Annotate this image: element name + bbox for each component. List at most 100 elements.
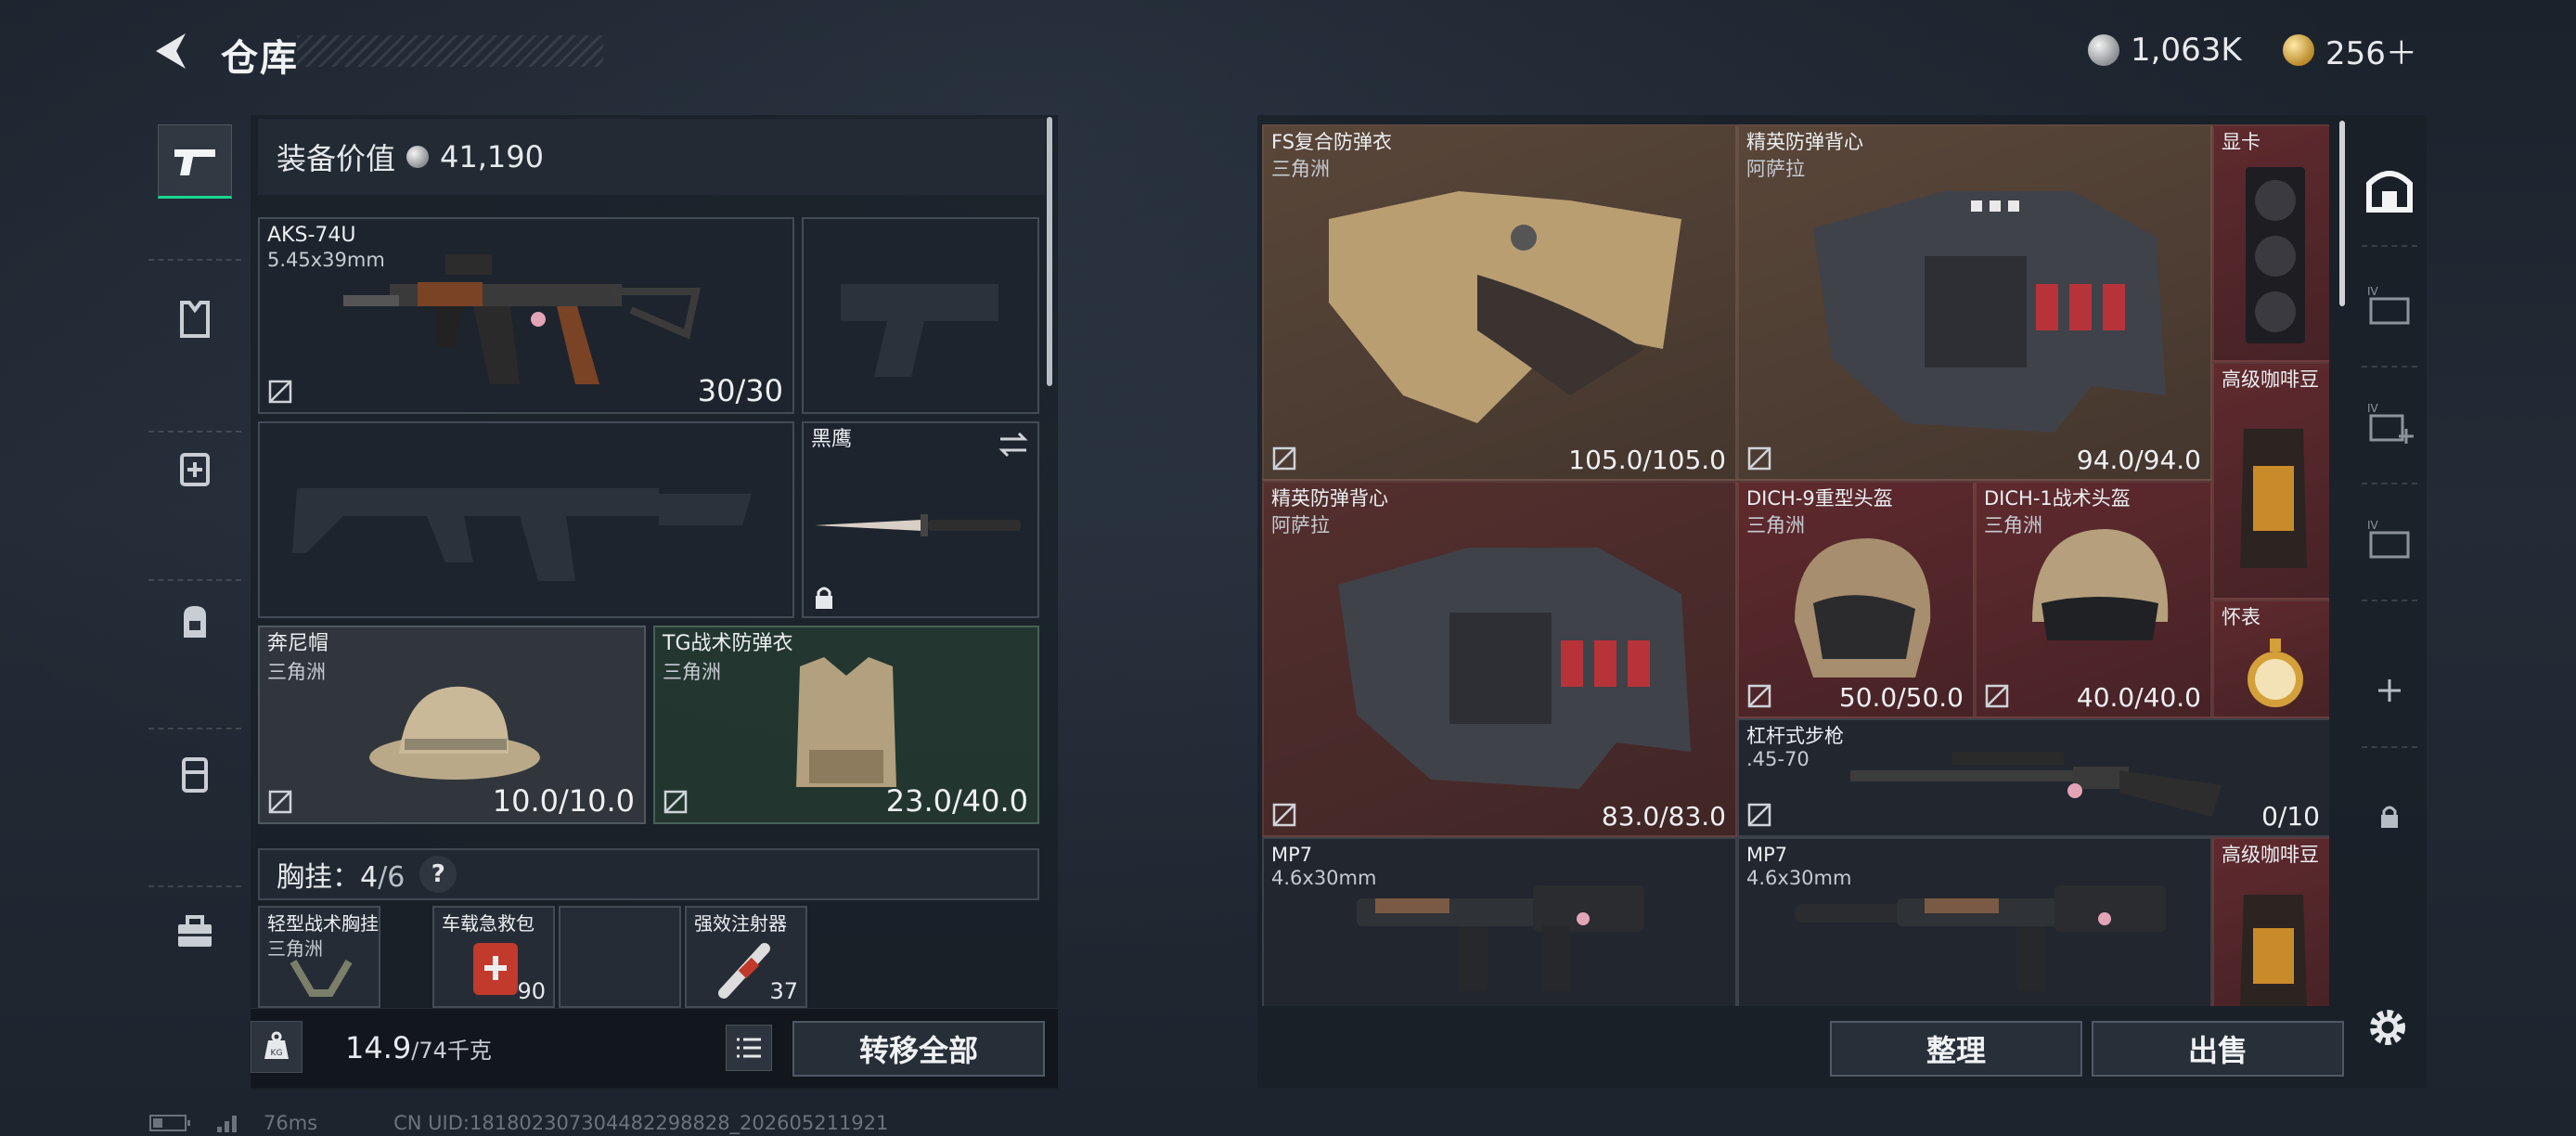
tab-medical[interactable]	[158, 431, 232, 505]
carry-weight: 14.9/74千克	[345, 1030, 492, 1065]
stash-item[interactable]: DICH-1战术头盔 三角洲 40.0/40.0	[1975, 481, 2212, 718]
stash-scrollbar[interactable]	[2339, 121, 2345, 306]
weapon-caliber: 5.45x39mm	[267, 249, 385, 271]
add-stash-page-button[interactable]	[2352, 653, 2427, 728]
chest-rig-label: 胸挂：4/6	[277, 861, 406, 894]
rig-item-name: 轻型战术胸挂	[267, 912, 379, 935]
armor-name: TG战术防弹衣	[663, 632, 793, 655]
rig-item-count: 37	[769, 978, 798, 1004]
pistol-silhouette-icon	[841, 284, 998, 377]
helmet-origin: 三角洲	[267, 661, 326, 683]
stash-item[interactable]: MP7 4.6x30mm	[1262, 837, 1737, 1006]
sell-button[interactable]: 出售	[2092, 1021, 2344, 1077]
elite-vest-image	[1813, 191, 2166, 432]
secondary-weapon-slot[interactable]	[258, 421, 794, 618]
stash-page-1-icon: IV	[2367, 285, 2410, 325]
no-transfer-icon	[663, 790, 688, 814]
chest-rig-header: 胸挂：4/6 ?	[258, 848, 1039, 900]
melee-slot[interactable]: 黑鹰	[802, 421, 1039, 618]
list-icon	[737, 1038, 761, 1058]
rig-item-slot[interactable]: 强效注射器 37	[685, 906, 807, 1008]
rig-item-name: 强效注射器	[694, 912, 787, 935]
elite-vest-image	[1338, 548, 1691, 789]
stash-item[interactable]: 精英防弹背心 阿萨拉 94.0/94.0	[1737, 124, 2212, 481]
boonie-hat-image	[369, 686, 540, 780]
tab-stash-page-1[interactable]: IV	[2352, 269, 2427, 343]
back-arrow-icon	[156, 33, 186, 69]
backpack-icon	[184, 606, 206, 638]
tactical-helmet-image	[2032, 529, 2169, 640]
stash-add-icon: IV	[2367, 402, 2414, 444]
knife-image	[815, 514, 1021, 536]
weapon-name: AKS-74U	[267, 224, 356, 247]
tab-chest-rig[interactable]	[158, 737, 232, 811]
list-view-button[interactable]	[726, 1025, 772, 1071]
svg-text:IV: IV	[2367, 519, 2379, 532]
stash-item[interactable]: 杠杆式步枪 .45-70 0/10	[1737, 718, 2329, 837]
composite-armor-image	[1329, 191, 1681, 423]
user-uid: CN UID:1818023073044822988​28_2026052119…	[393, 1112, 889, 1134]
chest-rig-icon	[182, 757, 208, 793]
equipment-value: 41,190	[440, 139, 544, 174]
stash-page-3-icon: IV	[2367, 519, 2410, 559]
tab-toolbox[interactable]	[158, 895, 232, 969]
rig-item-slot-empty[interactable]	[559, 906, 681, 1008]
settings-button[interactable]	[2364, 1004, 2411, 1051]
stash-item[interactable]: 精英防弹背心 阿萨拉 83.0/83.0	[1262, 481, 1737, 837]
weight-icon: KG	[251, 1021, 303, 1073]
stash-grid: FS复合防弹衣 三角洲 105.0/105.0 精英防弹背心 阿萨拉 94.0/…	[1262, 124, 2329, 1006]
swap-icon[interactable]	[997, 431, 1030, 458]
pistol-slot[interactable]	[802, 217, 1039, 414]
graphics-card-image	[2246, 167, 2305, 343]
title-decoration	[297, 35, 603, 67]
tactical-vest-image	[796, 657, 896, 787]
stash-item[interactable]: DICH-9重型头盔 三角洲 50.0/50.0	[1737, 481, 1975, 718]
gold-amount: 256＋	[2325, 34, 2417, 72]
silver-currency: 1,063K	[2088, 30, 2242, 71]
stash-item[interactable]: 显卡	[2212, 124, 2329, 362]
tab-armor[interactable]	[158, 282, 232, 356]
no-transfer-icon	[1747, 803, 1771, 827]
armor-slot[interactable]: TG战术防弹衣 三角洲 23.0/40.0	[653, 626, 1039, 824]
gold-coin-icon	[2283, 34, 2314, 66]
transfer-all-button[interactable]: 转移全部	[792, 1021, 1045, 1077]
melee-name: 黑鹰	[811, 428, 853, 451]
rifle-silhouette-icon	[292, 488, 752, 581]
rig-item-slot[interactable]: 轻型战术胸挂 三角洲	[258, 906, 380, 1008]
tab-stash-page-3[interactable]: IV	[2352, 503, 2427, 577]
silver-amount: 1,063K	[2131, 32, 2242, 69]
toolbox-icon	[178, 915, 212, 947]
tab-stash-add[interactable]: IV	[2352, 386, 2427, 460]
sort-button[interactable]: 整理	[1830, 1021, 2082, 1077]
stash-item[interactable]: 高级咖啡豆	[2212, 837, 2329, 1006]
tab-storage[interactable]	[2352, 152, 2427, 226]
signal-icon	[217, 1116, 237, 1132]
chest-rig-image	[290, 959, 353, 997]
lever-rifle-image	[1850, 752, 2222, 817]
gold-currency[interactable]: 256＋	[2283, 30, 2417, 72]
stash-item[interactable]: FS复合防弹衣 三角洲 105.0/105.0	[1262, 124, 1737, 481]
equipment-value-label: 装备价值	[277, 141, 396, 176]
primary-weapon-slot[interactable]: AKS-74U 5.45x39mm 30/30	[258, 217, 794, 414]
back-button[interactable]	[148, 28, 195, 74]
tab-backpack[interactable]	[158, 584, 232, 658]
stash-item[interactable]: 高级咖啡豆	[2212, 362, 2329, 600]
mp7-image	[1357, 885, 1644, 991]
status-bar: 76ms CN UID:1818023073044822988​28_20260…	[148, 1112, 888, 1134]
armor-durability: 23.0/40.0	[885, 783, 1028, 819]
no-transfer-icon	[1747, 684, 1771, 708]
armor-origin: 三角洲	[663, 661, 721, 683]
helmet-slot[interactable]: 奔尼帽 三角洲 10.0/10.0	[258, 626, 646, 824]
svg-text:IV: IV	[2367, 402, 2379, 415]
equipment-tab-column	[148, 115, 241, 1090]
stash-item[interactable]: MP7 4.6x30mm	[1737, 837, 2212, 1006]
stash-item[interactable]: 怀表	[2212, 600, 2329, 718]
equipment-scrollbar[interactable]	[1047, 117, 1052, 386]
help-button[interactable]: ?	[419, 856, 457, 893]
tab-weapons[interactable]	[158, 124, 232, 199]
rig-item-slot[interactable]: 车载急救包 90	[432, 906, 555, 1008]
no-transfer-icon	[1272, 446, 1296, 471]
medkit-icon	[180, 453, 210, 486]
locked-stash-page[interactable]	[2352, 780, 2427, 854]
weapon-ammo: 30/30	[697, 373, 783, 408]
